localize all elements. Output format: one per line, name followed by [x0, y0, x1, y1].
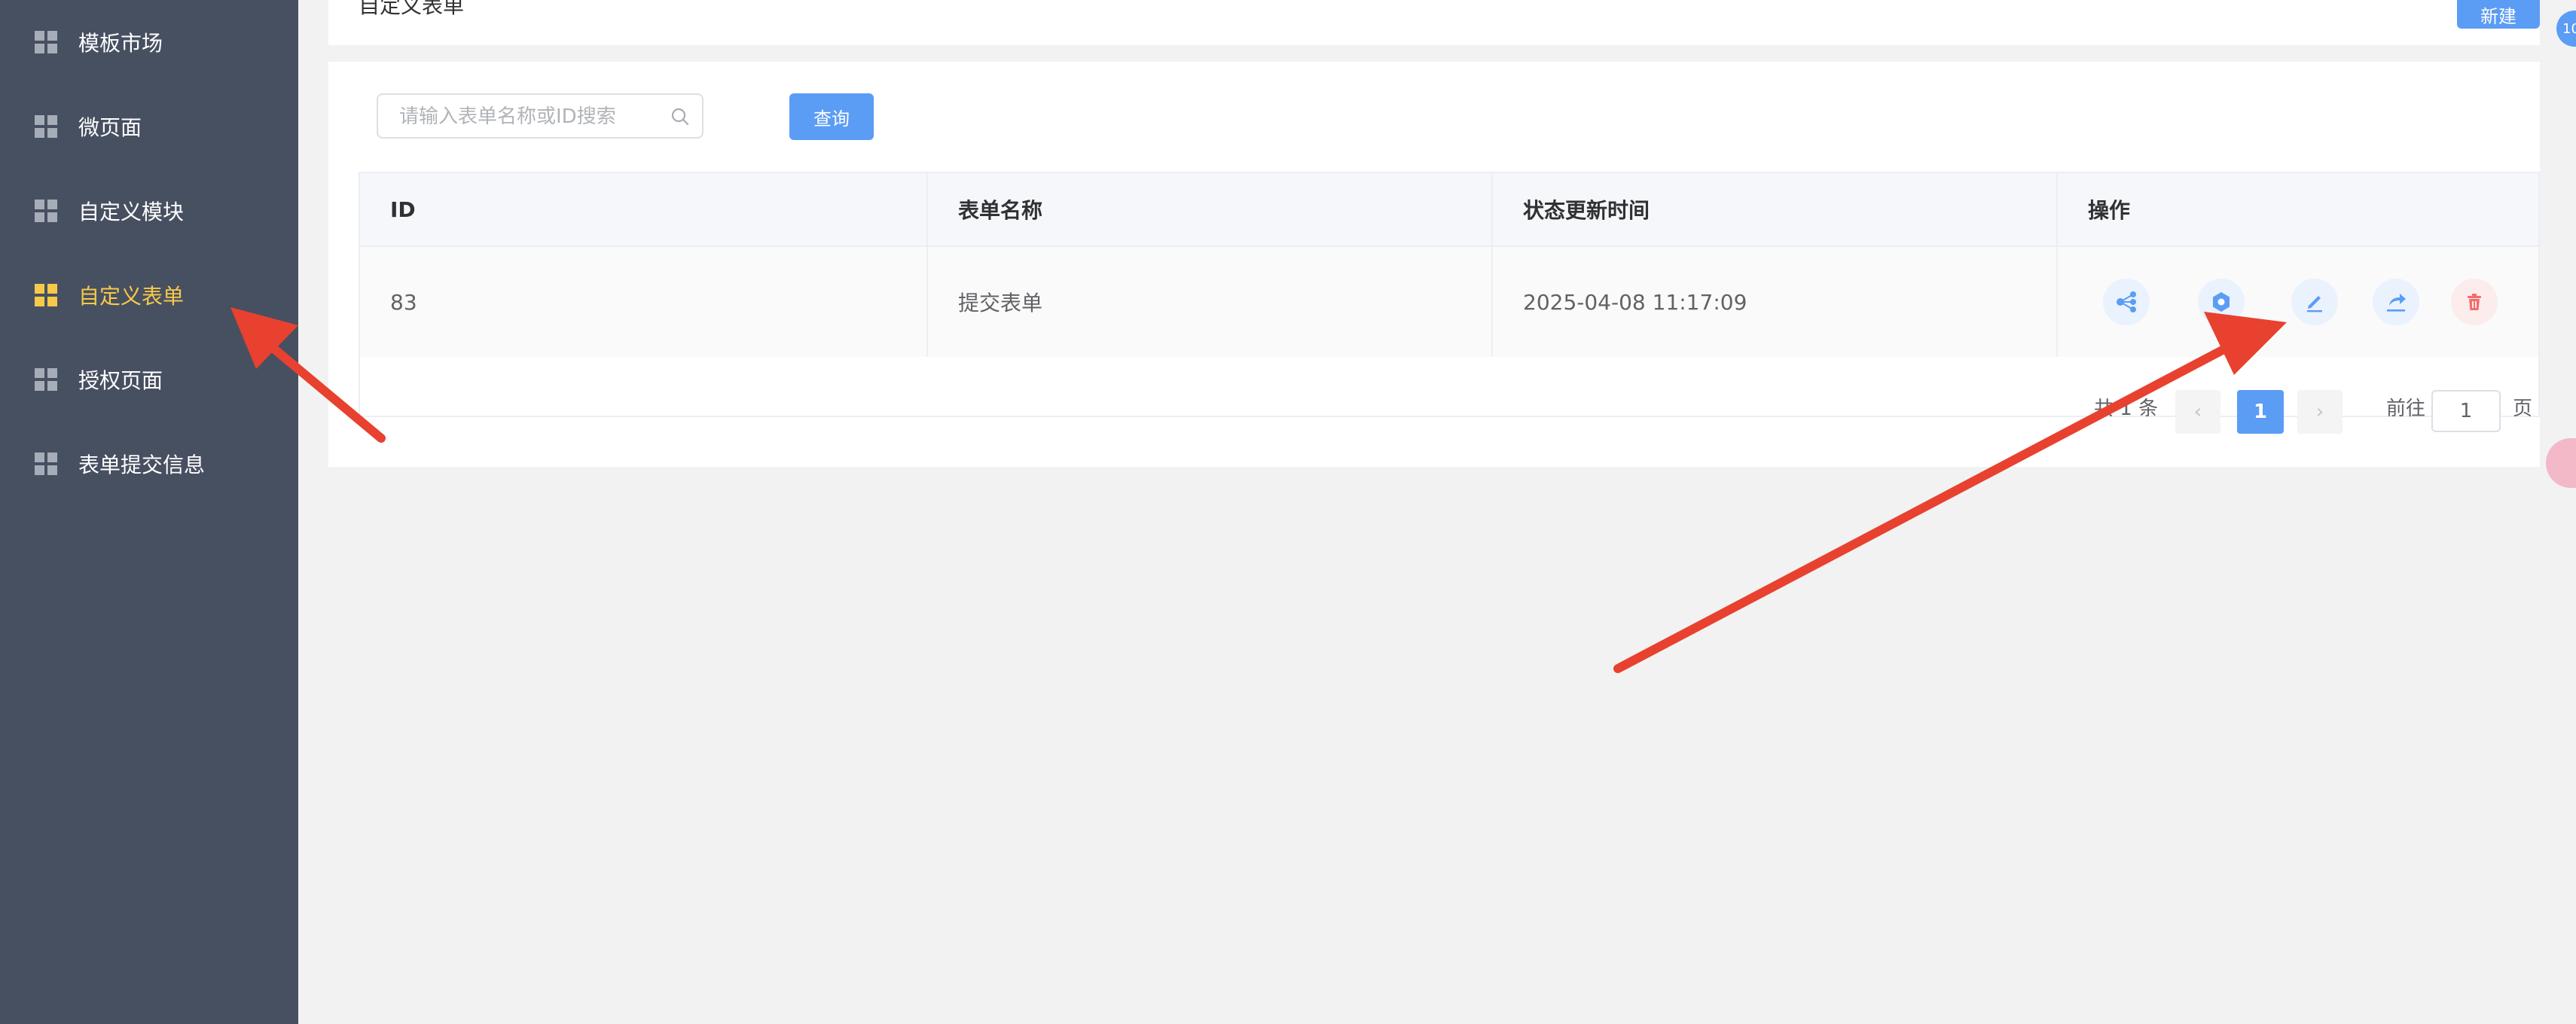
cell-actions: [2058, 247, 2538, 357]
search-box: [377, 93, 704, 139]
goto-page-input[interactable]: [2431, 390, 2501, 432]
goto-label: 前往: [2386, 398, 2426, 420]
pagination-total: 共 1 条: [2094, 398, 2159, 420]
grid-icon: [35, 284, 57, 306]
grid-icon: [35, 453, 57, 475]
grid-icon: [35, 31, 57, 53]
sidebar-item-label: 授权页面: [78, 368, 163, 393]
cell-name: 提交表单: [928, 247, 1493, 357]
delete-icon[interactable]: [2451, 279, 2498, 325]
flow-icon[interactable]: [2103, 279, 2150, 325]
cell-updated: 2025-04-08 11:17:09: [1493, 247, 2058, 357]
sidebar-item-auth-page[interactable]: 授权页面: [0, 337, 298, 422]
sidebar-item-custom-form[interactable]: 自定义表单: [0, 253, 298, 337]
forms-table: ID 表单名称 状态更新时间 操作 83 提交表单 2025-04-08 11:…: [359, 172, 2540, 417]
grid-icon: [35, 368, 57, 391]
sidebar-item-template-market[interactable]: 模板市场: [0, 0, 298, 84]
table-header: ID 表单名称 状态更新时间 操作: [360, 173, 2538, 247]
sidebar-item-custom-module[interactable]: 自定义模块: [0, 169, 298, 253]
page-suffix: 页: [2513, 398, 2533, 420]
grid-icon: [35, 115, 57, 138]
sidebar-item-label: 表单提交信息: [78, 453, 206, 477]
grid-icon: [35, 200, 57, 222]
search-icon[interactable]: [670, 107, 690, 126]
next-page-button[interactable]: ›: [2297, 390, 2343, 434]
page-header: 自定义表单: [328, 0, 2540, 45]
sidebar-item-label: 自定义模块: [78, 200, 185, 224]
sidebar: 模板市场 微页面 自定义模块 自定义表单 授权页面 表单提交信息: [0, 0, 298, 1024]
sidebar-item-micro-page[interactable]: 微页面: [0, 84, 298, 169]
page-number-current[interactable]: 1: [2237, 390, 2284, 434]
column-header-updated: 状态更新时间: [1493, 173, 2058, 245]
sidebar-item-label: 微页面: [78, 115, 142, 140]
settings-hex-icon[interactable]: [2198, 279, 2245, 325]
column-header-actions: 操作: [2088, 198, 2131, 223]
sidebar-item-label: 自定义表单: [78, 284, 185, 309]
new-form-button[interactable]: 新建: [2457, 0, 2540, 29]
table-row: 83 提交表单 2025-04-08 11:17:09: [360, 247, 2538, 357]
sidebar-item-label: 模板市场: [78, 31, 163, 56]
query-button[interactable]: 查询: [789, 93, 874, 140]
floating-helper-button[interactable]: [2546, 438, 2576, 488]
floating-badge[interactable]: 10: [2556, 11, 2576, 47]
prev-page-button[interactable]: ‹: [2175, 390, 2220, 434]
search-input[interactable]: [398, 95, 664, 139]
column-header-name: 表单名称: [928, 173, 1493, 245]
page-title: 自定义表单: [359, 0, 465, 18]
share-icon[interactable]: [2373, 279, 2419, 325]
form-list-card: 查询 ID 表单名称 状态更新时间 操作 83 提交表单 2025-04-08 …: [328, 62, 2540, 467]
sidebar-item-form-submissions[interactable]: 表单提交信息: [0, 422, 298, 506]
edit-icon[interactable]: [2291, 279, 2338, 325]
column-header-id: ID: [360, 173, 928, 245]
cell-id: 83: [360, 247, 928, 357]
